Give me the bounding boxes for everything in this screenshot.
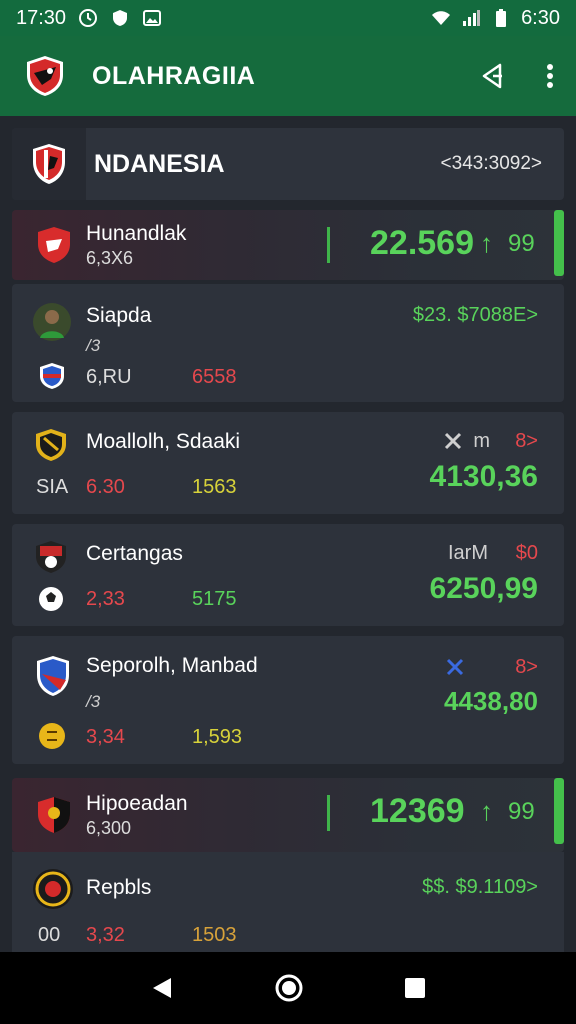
- status-clock: 6:30: [521, 6, 560, 29]
- team-badge-icon: [36, 429, 66, 461]
- big-value: 4438,80: [444, 686, 538, 716]
- divider: [327, 795, 330, 831]
- status-time: 17:30: [16, 6, 67, 29]
- app-bar: OLAHRAGIIA: [0, 36, 576, 116]
- tools-icon: [446, 658, 464, 676]
- highlight-row[interactable]: Hipoeadan 6,300 12369 ↑ 99: [12, 778, 564, 852]
- team-badge-icon: [37, 656, 69, 696]
- highlight-indicator: [554, 210, 564, 276]
- coin-icon: [39, 723, 65, 749]
- team-name: Hipoeadan: [86, 791, 188, 815]
- recents-icon[interactable]: [403, 976, 427, 1000]
- team-crest-icon: [38, 227, 70, 263]
- stat-b: 5175: [192, 588, 237, 610]
- stat-a: 2,33: [86, 588, 125, 610]
- team-name: Moallolh, Sdaaki: [86, 430, 241, 453]
- status-bar: 17:30 6:30: [0, 0, 576, 36]
- country-title: NDANESIA: [94, 149, 225, 178]
- highlight-row[interactable]: Hunandlak 6,3X6 22.569 ↑ 99: [12, 210, 564, 280]
- home-icon[interactable]: [274, 973, 304, 1003]
- stat-a: 6.30: [86, 476, 125, 498]
- app-logo-icon: [27, 56, 63, 96]
- meta-b: 8>: [515, 656, 538, 678]
- price-link[interactable]: $23. $7088E>: [413, 304, 538, 327]
- team-badge-icon: [36, 541, 66, 573]
- big-value: 6250,99: [429, 572, 538, 605]
- stat-a: 6,RU: [86, 366, 132, 388]
- score-change: 99: [508, 230, 535, 257]
- match-row[interactable]: Seporolh, Manbad /3 3,34 1,593 8> 4438,8…: [12, 636, 564, 764]
- share-icon[interactable]: [478, 61, 508, 91]
- ball-icon: [39, 587, 63, 611]
- match-row[interactable]: Moallolh, Sdaaki SIA 6.30 1563 m 8> 4130…: [12, 412, 564, 514]
- stat-b: 1563: [192, 476, 237, 498]
- country-code: <343:3092>: [440, 153, 542, 174]
- stat-b: 6558: [192, 366, 237, 388]
- divider: [327, 227, 330, 263]
- match-row[interactable]: Siapda /3 6,RU 6558 $23. $7088E>: [12, 284, 564, 402]
- price-link[interactable]: $$. $9.1109>: [422, 876, 538, 899]
- stat-b: 1503: [192, 924, 237, 946]
- row-label: SIA: [36, 476, 69, 498]
- stat-b: 1,593: [192, 726, 243, 748]
- meta-b: $0: [515, 542, 538, 564]
- up-arrow-icon: ↑: [480, 796, 493, 826]
- more-icon[interactable]: [546, 63, 554, 89]
- system-nav-bar: [0, 952, 576, 1024]
- clock-icon: [79, 9, 98, 27]
- stat-a: 3,34: [86, 726, 125, 748]
- match-row[interactable]: Certangas 2,33 5175 IarM $0 6250,99: [12, 524, 564, 626]
- score-change: 99: [508, 798, 535, 825]
- score-value: 22.569: [370, 224, 474, 262]
- team-sub: /3: [86, 336, 101, 355]
- wifi-icon: [432, 11, 451, 25]
- team-name: Seporolh, Manbad: [86, 654, 258, 677]
- team-badge-icon: [40, 363, 64, 389]
- back-icon[interactable]: [149, 975, 175, 1001]
- highlight-indicator: [554, 778, 564, 844]
- row-label: 00: [38, 924, 61, 946]
- meta-a: IarM: [448, 542, 488, 564]
- team-sub: 6,300: [86, 817, 132, 838]
- image-icon: [143, 10, 162, 26]
- player-avatar-icon: [33, 303, 71, 341]
- team-sub: 6,3X6: [86, 247, 134, 268]
- battery-icon: [496, 9, 507, 27]
- signal-icon: [463, 10, 481, 26]
- country-header[interactable]: NDANESIA <343:3092>: [12, 128, 564, 200]
- team-name: Repbls: [86, 876, 152, 899]
- team-name: Siapda: [86, 304, 152, 327]
- tools-icon: [444, 432, 462, 450]
- match-row[interactable]: Repbls 00 3,32 1503 $$. $9.1109>: [12, 852, 564, 952]
- team-seal-icon: [33, 869, 73, 909]
- meta-b: 8>: [515, 430, 538, 452]
- team-name: Certangas: [86, 542, 183, 565]
- stat-a: 3,32: [86, 924, 125, 946]
- meta-a: m: [473, 430, 490, 452]
- up-arrow-icon: ↑: [480, 228, 493, 258]
- big-value: 4130,36: [429, 460, 538, 493]
- team-crest-icon: [38, 797, 70, 833]
- app-title: OLAHRAGIIA: [92, 61, 256, 90]
- team-sub: /3: [86, 692, 101, 711]
- shield-status-icon: [113, 10, 128, 26]
- team-name: Hunandlak: [86, 221, 187, 245]
- content-list: NDANESIA <343:3092> Hunandlak 6,3X6 22.5…: [0, 116, 576, 952]
- country-shield-icon: [33, 144, 65, 184]
- score-value: 12369: [370, 792, 465, 830]
